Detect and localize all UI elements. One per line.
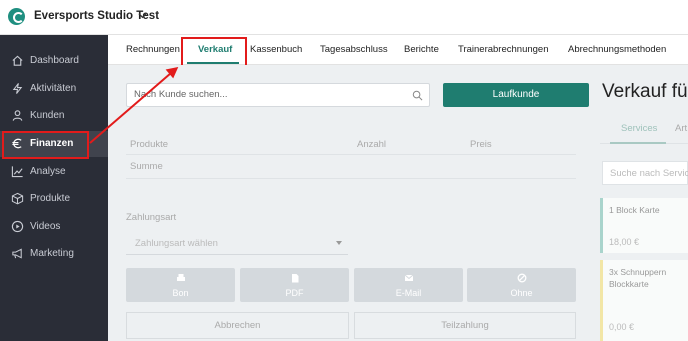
sidebar-item-marketing[interactable]: Marketing	[0, 241, 108, 267]
service-card-price: 0,00 €	[609, 322, 635, 332]
pdf-button[interactable]: PDF	[240, 268, 349, 302]
user-icon	[12, 110, 23, 121]
play-icon	[11, 220, 24, 233]
abbrechen-button[interactable]: Abbrechen	[126, 312, 349, 339]
megaphone-icon	[12, 248, 22, 259]
zahlungsart-select[interactable]: Zahlungsart wählen	[126, 231, 348, 255]
tab-trainerabrechnungen[interactable]: Trainerabrechnungen	[458, 44, 549, 55]
column-header-preis: Preis	[470, 139, 492, 150]
mail-icon	[404, 274, 413, 281]
table-divider	[126, 154, 576, 155]
pdf-button-label: PDF	[285, 288, 304, 298]
ohne-button-label: Ohne	[510, 288, 533, 298]
sidebar-item-label: Marketing	[30, 248, 74, 259]
column-header-anzahl: Anzahl	[357, 139, 387, 150]
sidebar-item-analyse[interactable]: Analyse	[0, 159, 108, 185]
document-icon	[291, 274, 298, 283]
sidebar-item-label: Videos	[30, 221, 61, 232]
email-button-label: E-Mail	[395, 288, 422, 298]
service-card-title: 3x Schnuppern Blockkarte	[609, 267, 667, 289]
tab-tagesabschluss[interactable]: Tagesabschluss	[320, 44, 388, 55]
sidebar-item-aktivitaeten[interactable]: Aktivitäten	[0, 76, 108, 102]
bon-button-label: Bon	[172, 288, 189, 298]
sidebar-item-label: Produkte	[30, 193, 71, 204]
column-header-produkte: Produkte	[130, 139, 169, 150]
home-icon	[12, 55, 23, 66]
tab-rechnungen[interactable]: Rechnungen	[126, 44, 180, 55]
service-search-input[interactable]: Suche nach Service	[602, 161, 688, 185]
activity-icon	[12, 83, 23, 94]
service-card[interactable]: 1 Block Karte 18,00 €	[600, 198, 688, 253]
tab-art[interactable]: Art	[675, 123, 687, 134]
sidebar-item-label: Analyse	[30, 166, 66, 177]
summe-label: Summe	[130, 161, 163, 172]
service-card-price: 18,00 €	[609, 237, 640, 247]
service-search-placeholder: Suche nach Service	[610, 168, 688, 179]
tab-kassenbuch[interactable]: Kassenbuch	[250, 44, 302, 55]
service-card[interactable]: 3x Schnuppern Blockkarte 0,00 €	[600, 260, 688, 341]
card-color-bar	[600, 198, 603, 253]
printer-icon	[176, 274, 185, 281]
service-card-title: 1 Block Karte	[609, 205, 660, 215]
sidebar-item-label: Aktivitäten	[30, 83, 77, 94]
tab-berichte[interactable]: Berichte	[404, 44, 439, 55]
card-color-bar	[600, 260, 603, 341]
page-title: Verkauf für	[602, 81, 688, 102]
ohne-button[interactable]: Ohne	[467, 268, 576, 302]
right-panel-active-underline	[610, 142, 666, 144]
sidebar-item-kunden[interactable]: Kunden	[0, 103, 108, 129]
sidebar: Dashboard Aktivitäten Kunden Finanzen An…	[0, 35, 108, 341]
tab-services[interactable]: Services	[621, 123, 657, 134]
search-icon[interactable]	[412, 90, 423, 101]
table-divider	[126, 178, 576, 179]
sidebar-item-label: Dashboard	[30, 55, 79, 66]
sidebar-item-label: Kunden	[30, 110, 65, 121]
finanzen-highlight-box	[2, 131, 89, 159]
eversports-logo-icon[interactable]	[8, 8, 25, 25]
chevron-down-icon[interactable]	[138, 11, 147, 20]
laufkunde-button[interactable]: Laufkunde	[443, 83, 589, 107]
email-button[interactable]: E-Mail	[354, 268, 463, 302]
bon-button[interactable]: Bon	[126, 268, 235, 302]
customer-search-input[interactable]	[134, 89, 404, 100]
teilzahlung-button[interactable]: Teilzahlung	[354, 312, 576, 339]
chart-line-icon	[11, 166, 23, 178]
tab-abrechnungsmethoden[interactable]: Abrechnungsmethoden	[568, 44, 666, 55]
sidebar-item-dashboard[interactable]: Dashboard	[0, 48, 108, 74]
customer-search-box[interactable]	[126, 83, 430, 107]
ban-icon	[517, 273, 526, 283]
zahlungsart-select-value: Zahlungsart wählen	[135, 238, 218, 249]
caret-down-icon	[336, 241, 342, 245]
top-bar: Eversports Studio Test	[0, 0, 688, 35]
sidebar-item-produkte[interactable]: Produkte	[0, 186, 108, 212]
sidebar-item-videos[interactable]: Videos	[0, 214, 108, 240]
zahlungsart-label: Zahlungsart	[126, 212, 177, 223]
box-icon	[11, 192, 24, 205]
